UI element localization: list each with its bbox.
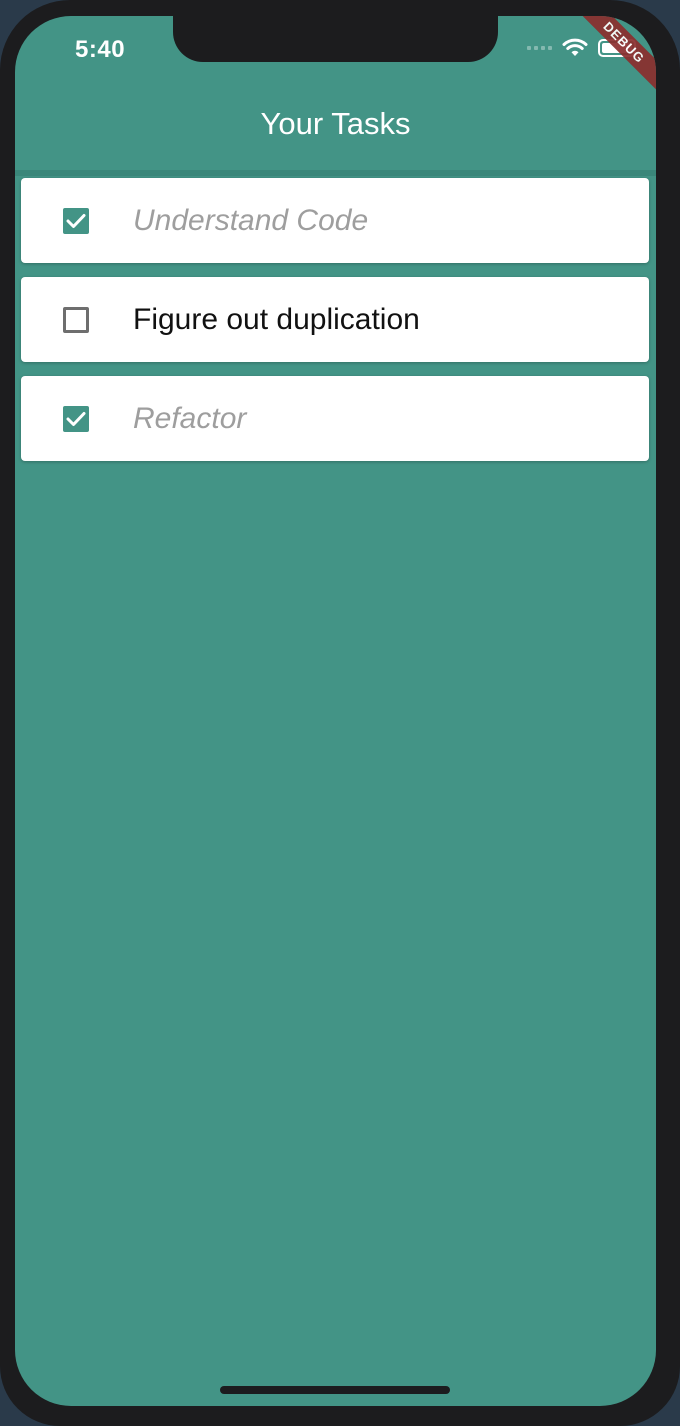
task-label: Refactor (133, 401, 247, 435)
check-icon (66, 213, 86, 228)
task-item-refactor[interactable]: Refactor (21, 376, 649, 461)
app-screen: 5:40 DEBUG Your Tasks Understand Code Fi… (15, 16, 656, 1406)
device-frame: 5:40 DEBUG Your Tasks Understand Code Fi… (0, 0, 680, 1426)
task-label: Figure out duplication (133, 302, 420, 336)
task-label: Understand Code (133, 203, 369, 237)
task-item-understand-code[interactable]: Understand Code (21, 178, 649, 263)
app-bar-shadow (15, 170, 656, 176)
check-icon (66, 411, 86, 426)
notch (173, 16, 498, 62)
app-bar: Your Tasks (15, 76, 656, 172)
task-checkbox[interactable] (63, 405, 89, 432)
task-list: Understand Code Figure out duplication R… (21, 178, 649, 475)
task-checkbox[interactable] (63, 306, 89, 333)
wifi-icon (562, 38, 588, 56)
signal-icon (527, 46, 552, 50)
page-title: Your Tasks (260, 106, 411, 141)
task-item-figure-out-duplication[interactable]: Figure out duplication (21, 277, 649, 362)
task-checkbox[interactable] (63, 207, 89, 234)
status-time: 5:40 (75, 36, 126, 63)
home-indicator[interactable] (220, 1386, 450, 1394)
